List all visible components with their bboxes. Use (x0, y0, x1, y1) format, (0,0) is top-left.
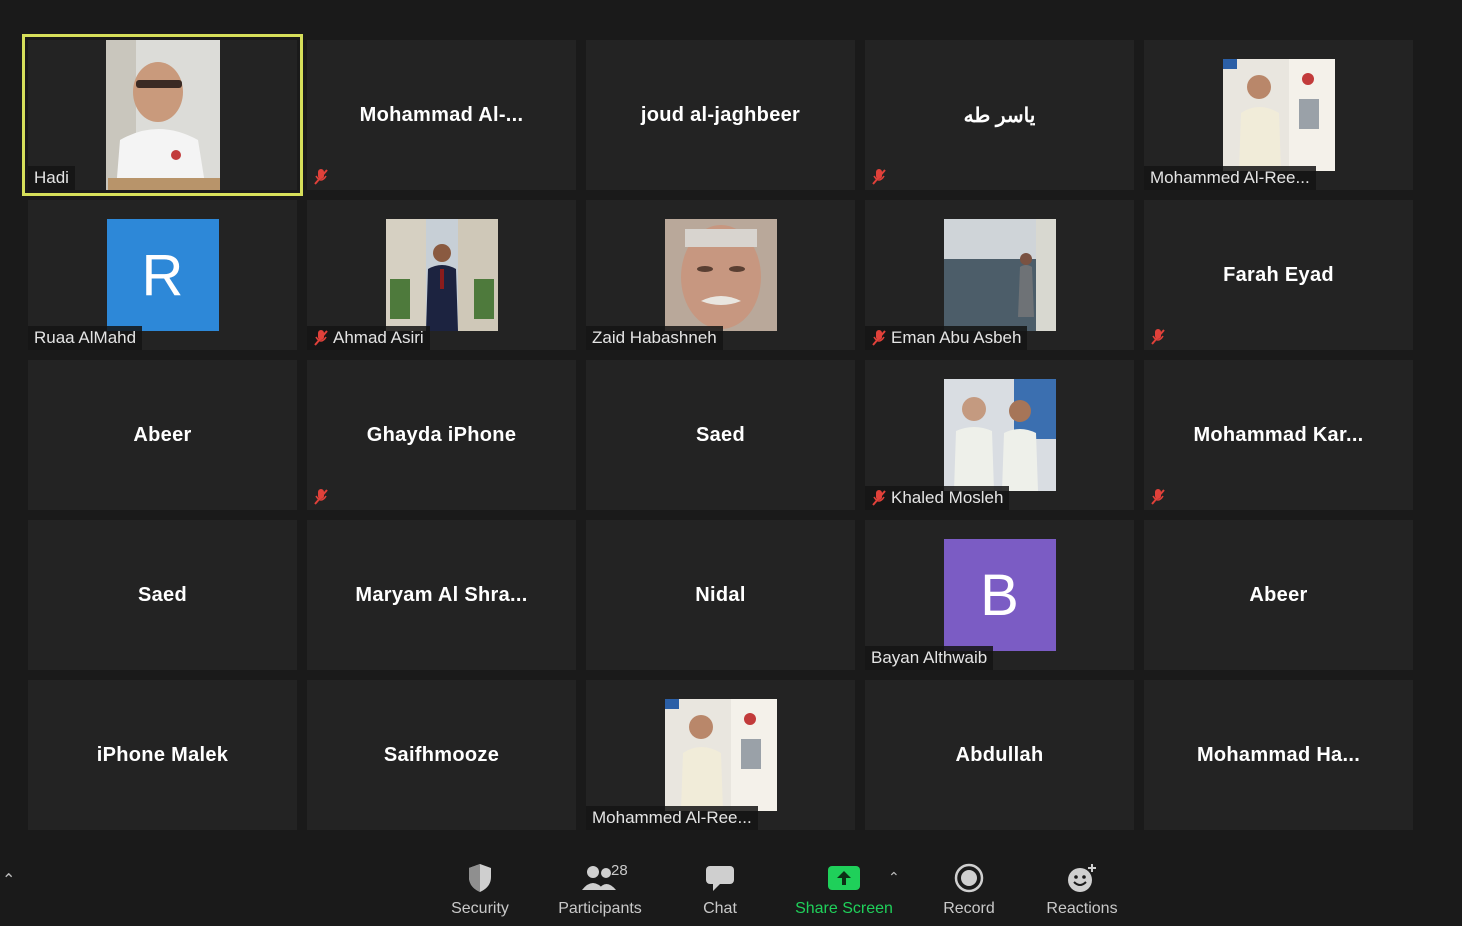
participant-name-label: Ruaa AlMahd (28, 326, 143, 350)
participant-tile[interactable]: Khaled Mosleh (865, 360, 1134, 510)
participant-name-label: Zaid Habashneh (586, 326, 723, 350)
profile-photo (1222, 59, 1335, 171)
participant-display-name: Saed (137, 583, 187, 606)
participant-name: Hadi (34, 168, 69, 187)
record-icon (954, 863, 984, 893)
participant-tile[interactable]: Saed (586, 360, 855, 510)
participant-tile[interactable]: Mohammed Al-Ree... (1144, 40, 1413, 190)
participant-tile[interactable]: Saifhmooze (307, 680, 576, 830)
participant-display-name: Abdullah (955, 743, 1044, 766)
participants-label: Participants (558, 900, 642, 917)
share-screen-label: Share Screen (795, 900, 893, 917)
participant-name-label: Bayan Althwaib (865, 646, 994, 670)
participant-tile[interactable]: B Bayan Althwaib (865, 520, 1134, 670)
shield-icon (469, 864, 491, 892)
share-screen-button[interactable]: Share Screen (789, 860, 899, 918)
participant-name: Mohammed Al-Ree... (1150, 168, 1310, 187)
participant-display-name: Farah Eyad (1223, 263, 1334, 286)
hadi-video-feed (106, 40, 220, 190)
participant-tile[interactable]: ياسر طه (865, 40, 1134, 190)
muted-mic-icon (314, 489, 328, 505)
participant-display-name: Abeer (133, 423, 192, 446)
security-label: Security (451, 900, 509, 917)
participant-tile[interactable]: R Ruaa AlMahd (28, 200, 297, 350)
muted-mic-icon (872, 330, 886, 346)
participant-tile[interactable]: Eman Abu Asbeh (865, 200, 1134, 350)
participant-tile[interactable]: Mohammad Kar... (1144, 360, 1413, 510)
participant-name: Ruaa AlMahd (34, 328, 137, 347)
meeting-toolbar: ⌃ Security 28 Participants Chat Share Sc… (0, 848, 1462, 926)
muted-mic-icon (872, 490, 886, 506)
participant-tile[interactable]: Ghayda iPhone (307, 360, 576, 510)
participant-tile[interactable]: Farah Eyad (1144, 200, 1413, 350)
participant-tile[interactable]: joud al-jaghbeer (586, 40, 855, 190)
participant-name-label: Eman Abu Asbeh (865, 326, 1028, 350)
gallery-grid: Hadi Mohammad Al-... joud al-jaghbeer يا… (22, 34, 1413, 830)
participant-display-name: iPhone Malek (96, 743, 229, 766)
participant-tile[interactable]: Mohammed Al-Ree... (586, 680, 855, 830)
participant-tile-hadi[interactable]: Hadi (22, 34, 303, 196)
participant-tile[interactable]: Nidal (586, 520, 855, 670)
profile-photo (664, 219, 777, 331)
participant-tile[interactable]: Ahmad Asiri (307, 200, 576, 350)
participant-display-name: Abeer (1249, 583, 1308, 606)
participant-display-name: Ghayda iPhone (366, 423, 517, 446)
participant-display-name: Nidal (695, 583, 746, 606)
chevron-up-icon[interactable]: ⌃ (888, 870, 900, 886)
profile-photo (664, 699, 777, 811)
participants-button[interactable]: 28 Participants (545, 860, 655, 918)
reactions-button[interactable]: Reactions (1027, 860, 1137, 918)
chat-icon (706, 866, 734, 891)
participant-tile[interactable]: Mohammad Al-... (307, 40, 576, 190)
avatar: R (106, 219, 219, 331)
muted-mic-icon (872, 169, 886, 185)
share-screen-icon (828, 866, 860, 890)
participant-tile[interactable]: Mohammad Ha... (1144, 680, 1413, 830)
chat-label: Chat (703, 900, 737, 917)
participant-display-name: Saifhmooze (383, 743, 500, 766)
participant-name: Khaled Mosleh (891, 488, 1004, 507)
participant-tile[interactable]: Zaid Habashneh (586, 200, 855, 350)
security-button[interactable]: Security (425, 860, 535, 918)
muted-mic-icon (1151, 329, 1165, 345)
participant-tile[interactable]: Maryam Al Shra... (307, 520, 576, 670)
participant-tile[interactable]: Abdullah (865, 680, 1134, 830)
participant-tile[interactable]: Abeer (28, 360, 297, 510)
participant-name: Zaid Habashneh (592, 328, 717, 347)
profile-photo (385, 219, 498, 331)
participant-display-name: Maryam Al Shra... (355, 583, 528, 606)
participant-display-name: Mohammad Kar... (1193, 423, 1364, 446)
participant-name-label: Mohammed Al-Ree... (1144, 166, 1316, 190)
record-button[interactable]: Record (914, 860, 1024, 918)
muted-mic-icon (314, 330, 328, 346)
chat-button[interactable]: Chat (665, 860, 775, 918)
participant-name-label: Hadi (28, 166, 75, 190)
participant-name-label: Khaled Mosleh (865, 486, 1010, 510)
reactions-icon (1068, 864, 1096, 892)
participant-tile[interactable]: Abeer (1144, 520, 1413, 670)
participant-name: Eman Abu Asbeh (891, 328, 1022, 347)
profile-photo (943, 379, 1056, 491)
participant-tile[interactable]: iPhone Malek (28, 680, 297, 830)
participant-name-label: Mohammed Al-Ree... (586, 806, 758, 830)
participant-name-label: Ahmad Asiri (307, 326, 430, 350)
participant-display-name: Mohammad Ha... (1196, 743, 1361, 766)
participant-name: Ahmad Asiri (333, 328, 424, 347)
muted-mic-icon (314, 169, 328, 185)
participant-display-name: ياسر طه (963, 104, 1036, 127)
avatar: B (943, 539, 1056, 651)
participant-display-name: Mohammad Al-... (359, 103, 524, 126)
reactions-label: Reactions (1046, 900, 1118, 917)
record-label: Record (943, 900, 995, 917)
chevron-up-icon[interactable]: ⌃ (2, 870, 15, 889)
participant-count: 28 (611, 862, 628, 879)
participant-display-name: Saed (695, 423, 745, 446)
profile-photo (943, 219, 1056, 331)
muted-mic-icon (1151, 489, 1165, 505)
participant-tile[interactable]: Saed (28, 520, 297, 670)
participant-name: Mohammed Al-Ree... (592, 808, 752, 827)
participant-name: Bayan Althwaib (871, 648, 988, 667)
participant-display-name: joud al-jaghbeer (640, 103, 801, 126)
